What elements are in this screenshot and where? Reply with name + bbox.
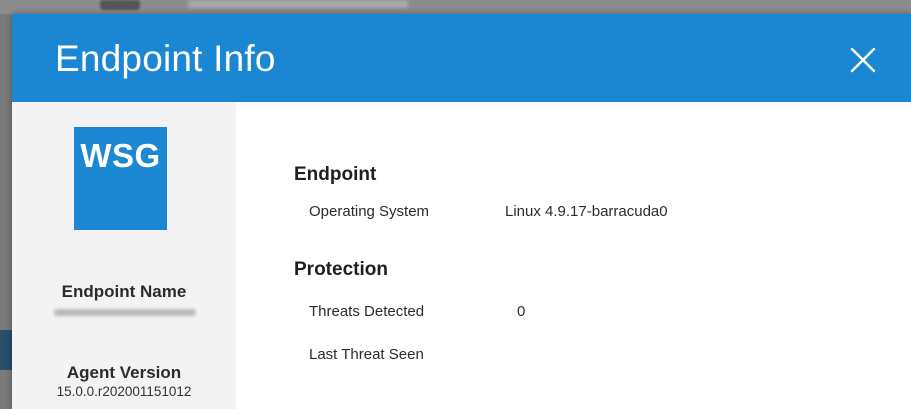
endpoint-name-label: Endpoint Name [61,282,187,301]
protection-section-title: Protection [294,259,388,280]
dialog-header: Endpoint Info [12,14,911,102]
endpoint-sidebar: WSG Endpoint Name Agent Version 15.0.0.r… [12,102,236,409]
endpoint-section-title: Endpoint [294,164,377,185]
operating-system-value: Linux 4.9.17-barracuda0 [505,203,668,220]
background-accent [0,330,12,370]
background-text [188,0,408,8]
endpoint-info-dialog: Endpoint Info WSG Endpoint Name Agent Ve… [12,14,911,409]
operating-system-label: Operating System [309,203,430,220]
agent-version-label: Agent Version [66,363,182,382]
agent-version-value: 15.0.0.r202001151012 [56,384,192,399]
endpoint-details: Endpoint Operating System Linux 4.9.17-b… [236,102,911,409]
logo-text: WSG [80,137,161,174]
last-threat-seen-label: Last Threat Seen [309,346,424,363]
threats-detected-value: 0 [517,303,526,320]
dialog-title: Endpoint Info [55,38,276,79]
threats-detected-label: Threats Detected [309,303,425,320]
close-button[interactable] [847,44,879,76]
background-icon [100,0,140,10]
endpoint-name-value-redacted [54,309,196,316]
wsg-logo: WSG [74,127,167,230]
close-icon [850,47,876,73]
